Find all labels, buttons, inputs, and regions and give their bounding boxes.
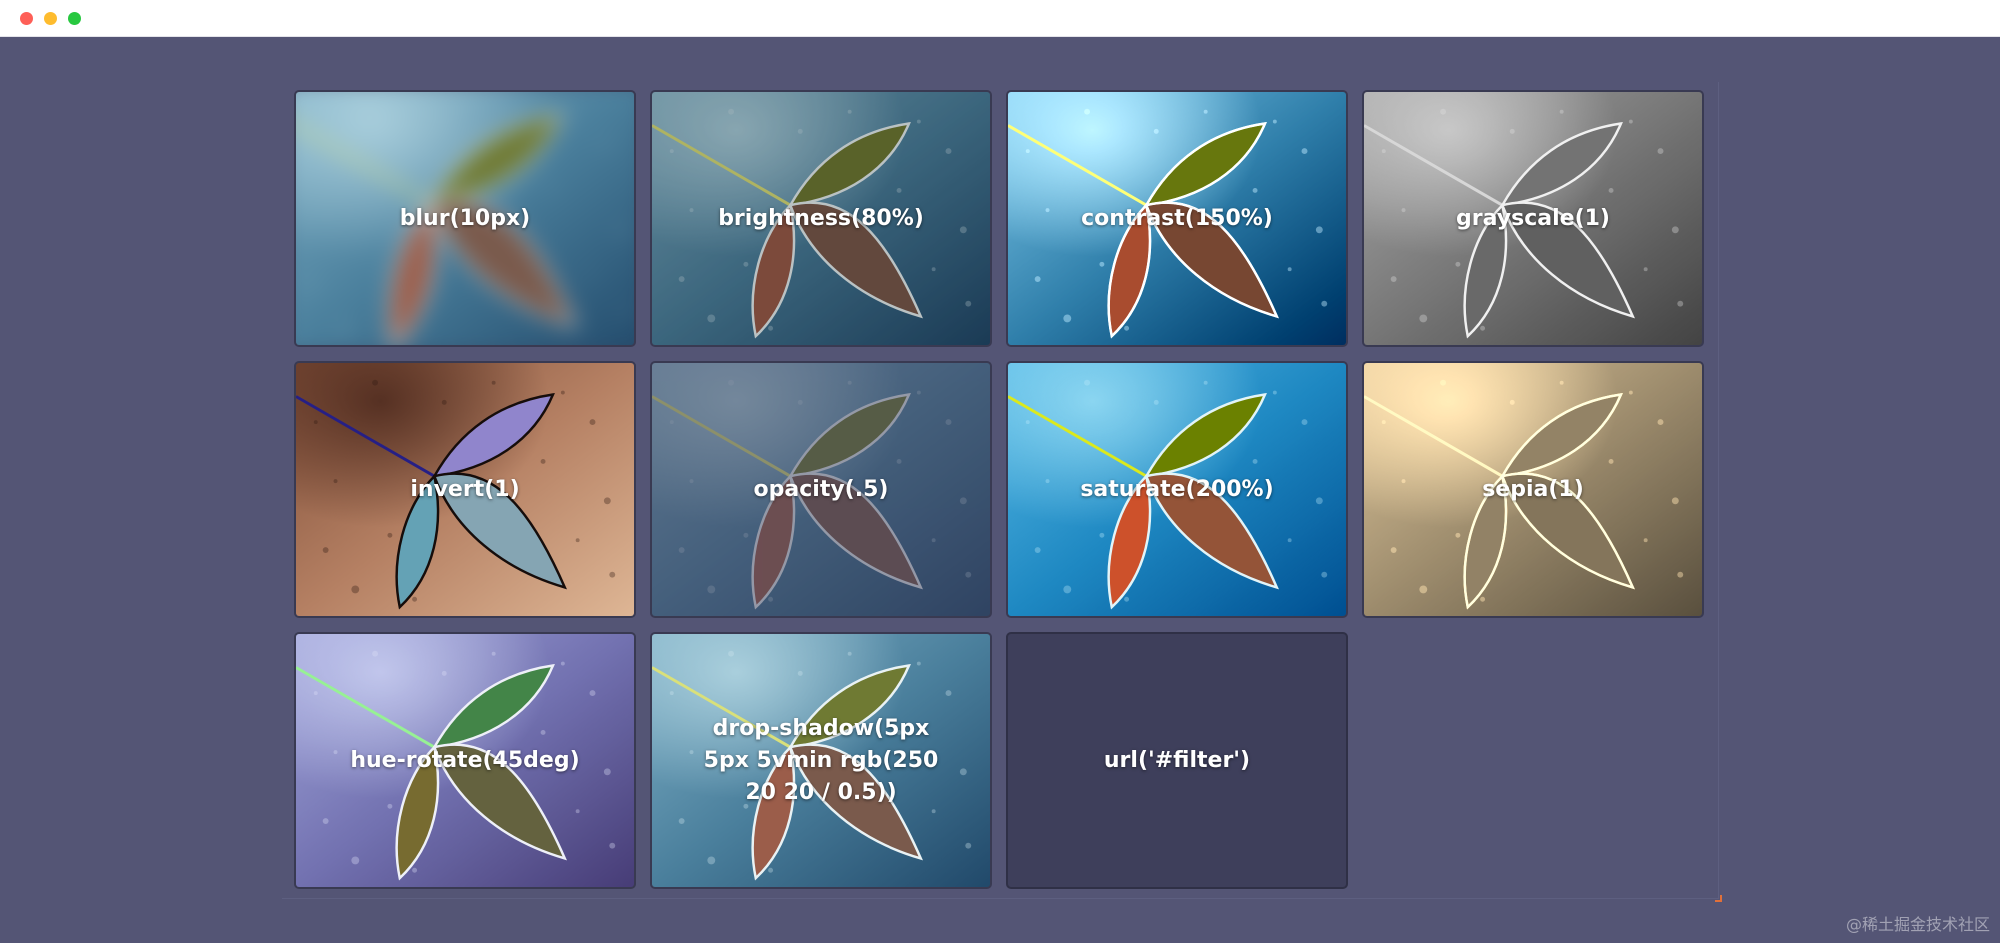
maximize-window-button[interactable] xyxy=(68,12,81,25)
filter-gallery: blur(10px) brightness(80%) contrast(150%… xyxy=(294,90,1704,889)
leaf-photo xyxy=(296,363,634,616)
leaf-photo xyxy=(652,634,990,887)
filter-tile-invert: invert(1) xyxy=(294,361,636,618)
filter-label: url('#filter') xyxy=(1103,747,1251,773)
filter-tile-grayscale: grayscale(1) xyxy=(1362,90,1704,347)
filter-tile-opacity: opacity(.5) xyxy=(650,361,992,618)
leaf-photo xyxy=(296,634,634,887)
filter-tile-url: url('#filter') xyxy=(1006,632,1348,889)
filter-tile-blur: blur(10px) xyxy=(294,90,636,347)
leaf-photo xyxy=(1008,363,1346,616)
filter-tile-drop-shadow: drop-shadow(5px 5px 5vmin rgb(250 20 20 … xyxy=(650,632,992,889)
close-window-button[interactable] xyxy=(20,12,33,25)
filter-tile-saturate: saturate(200%) xyxy=(1006,361,1348,618)
leaf-photo xyxy=(652,92,990,345)
watermark: @稀土掘金技术社区 xyxy=(1845,915,1990,934)
leaf-photo xyxy=(296,92,634,345)
leaf-photo xyxy=(1364,92,1702,345)
filter-tile-sepia: sepia(1) xyxy=(1362,361,1704,618)
leaf-photo xyxy=(1008,92,1346,345)
resize-handle-icon[interactable] xyxy=(1715,895,1722,902)
leaf-photo xyxy=(652,363,990,616)
leaf-photo xyxy=(1364,363,1702,616)
filter-tile-brightness: brightness(80%) xyxy=(650,90,992,347)
filter-tile-contrast: contrast(150%) xyxy=(1006,90,1348,347)
filter-tile-hue-rotate: hue-rotate(45deg) xyxy=(294,632,636,889)
window-titlebar xyxy=(0,0,2000,37)
minimize-window-button[interactable] xyxy=(44,12,57,25)
